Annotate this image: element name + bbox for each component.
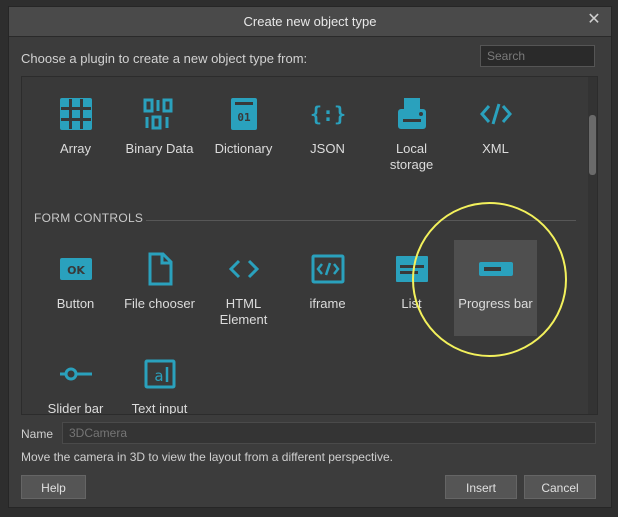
plugin-item-xml[interactable]: XML [454,85,537,181]
plugin-item-button[interactable]: OK Button [34,240,117,336]
name-input[interactable] [62,422,596,444]
plugin-label: Button [56,296,95,311]
plugin-label: JSON [310,141,345,156]
storage-icon [397,98,426,129]
plugin-item-file-chooser[interactable]: File chooser [118,240,201,336]
dictionary-icon: 01 [230,98,257,130]
slider-icon [59,367,92,381]
dialog-title: Create new object type [243,14,377,29]
html-icon [228,259,259,279]
list-icon [395,256,428,282]
plugin-item-dictionary[interactable]: 01 Dictionary [202,85,285,181]
plugin-label: Binary Data [125,141,194,156]
json-icon: {:} [311,102,345,126]
plugin-item-local-storage[interactable]: Local storage [370,85,453,181]
svg-text:OK: OK [67,264,85,277]
plugin-item-json[interactable]: {:} JSON [286,85,369,181]
plugin-item-array[interactable]: Array [34,85,117,181]
progress-icon [478,262,513,276]
search-input[interactable] [480,45,595,67]
svg-text:a: a [154,367,163,385]
close-icon[interactable]: ✕ [585,10,603,30]
scrollbar-thumb[interactable] [589,115,596,175]
plugin-label: Progress bar [458,296,533,311]
text-input-icon: a [144,359,175,389]
plugin-item-binary-data[interactable]: Binary Data [118,85,201,181]
plugin-label: XML [482,141,509,156]
plugin-label: Text input [131,401,188,415]
plugin-item-html-element[interactable]: HTML Element [202,240,285,336]
name-label: Name [21,427,54,441]
file-icon [148,252,172,286]
plugin-label: List [401,296,422,311]
list-scrollbar[interactable] [588,77,597,414]
help-button[interactable]: Help [21,475,86,499]
plugin-description: Move the camera in 3D to view the layout… [21,450,393,464]
plugin-item-progress-bar[interactable]: Progress bar [454,240,537,336]
plugin-label: Slider bar [47,401,104,415]
iframe-icon [311,254,344,284]
plugin-item-text-input[interactable]: a Text input [118,345,201,415]
insert-button[interactable]: Insert [445,475,517,499]
ok-button-icon: OK [59,258,92,280]
svg-text:01: 01 [237,111,251,124]
plugin-label: HTML Element [219,296,268,327]
cancel-button[interactable]: Cancel [524,475,596,499]
section-header-form-controls: FORM CONTROLS [34,211,144,225]
grid-icon [59,98,92,130]
plugin-label: Dictionary [214,141,273,156]
xml-icon [479,103,512,125]
plugin-label: Array [59,141,92,156]
section-divider [146,220,576,221]
plugin-item-list[interactable]: List [370,240,453,336]
plugin-item-iframe[interactable]: iframe [286,240,369,336]
plugin-label: iframe [309,296,346,311]
title-bar: Create new object type ✕ [9,7,611,37]
plugin-list[interactable]: Array Binary Data 01 Dictionary {:} JSON… [21,76,598,415]
plugin-prompt: Choose a plugin to create a new object t… [21,51,308,66]
svg-text:{:}: {:} [311,102,345,126]
create-object-dialog: Create new object type ✕ Choose a plugin… [8,6,612,508]
plugin-item-slider-bar[interactable]: Slider bar [34,345,117,415]
binary-icon [143,98,172,130]
plugin-label: Local storage [389,141,434,172]
plugin-label: File chooser [124,296,195,311]
